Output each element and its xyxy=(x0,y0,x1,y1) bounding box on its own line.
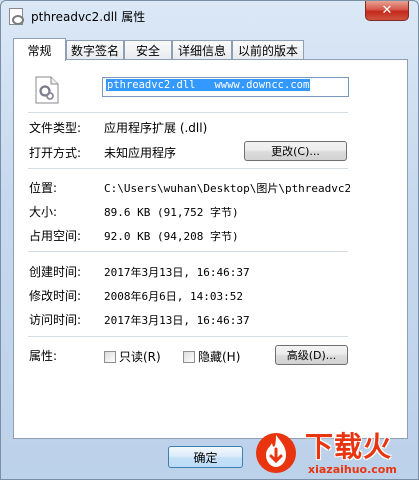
location-value: C:\Users\wuhan\Desktop\图片\pthreadvc2_63 xyxy=(104,182,350,195)
size-value: 89.6 KB (91,752 字节) xyxy=(104,206,239,219)
flame-logo-icon xyxy=(256,433,296,473)
advanced-button[interactable]: 高级(D)... xyxy=(275,345,348,365)
accessed-label: 访问时间: xyxy=(29,313,82,327)
window-title: pthreadvc2.dll 属性 xyxy=(31,10,146,24)
size-on-disk-label: 占用空间: xyxy=(29,229,82,243)
general-panel xyxy=(13,59,408,439)
size-label: 大小: xyxy=(29,205,58,219)
dll-file-icon xyxy=(9,8,24,25)
watermark-title: 下载火 xyxy=(305,430,393,463)
accessed-value: 2017年3月13日, 16:46:37 xyxy=(104,314,250,327)
attributes-label: 属性: xyxy=(29,349,58,363)
modified-label: 修改时间: xyxy=(29,289,82,303)
modified-value: 2008年6月6日, 14:03:52 xyxy=(104,290,243,303)
file-type-value: 应用程序扩展 (.dll) xyxy=(104,121,208,135)
opens-with-label: 打开方式: xyxy=(29,146,82,160)
readonly-label: 只读(R) xyxy=(119,350,161,364)
title-bar[interactable]: pthreadvc2.dll 属性 ✕ xyxy=(1,1,418,31)
hidden-label: 隐藏(H) xyxy=(198,350,241,364)
readonly-option[interactable]: 只读(R) xyxy=(104,348,161,365)
separator xyxy=(28,168,348,169)
opens-with-value: 未知应用程序 xyxy=(104,146,177,160)
close-button[interactable]: ✕ xyxy=(365,1,409,21)
tab-previous-versions[interactable]: 以前的版本 xyxy=(232,40,304,60)
site-watermark: 下载火 xiazaihuo.com xyxy=(248,423,418,480)
file-type-label: 文件类型: xyxy=(29,121,82,135)
tab-digital-signatures[interactable]: 数字签名 xyxy=(66,40,124,60)
hidden-checkbox[interactable] xyxy=(183,350,195,363)
file-name-input[interactable]: pthreadvc2.dll wwww.downcc.com xyxy=(102,77,349,97)
tab-security[interactable]: 安全 xyxy=(124,40,172,60)
properties-window: pthreadvc2.dll 属性 ✕ 常规 数字签名 安全 详细信息 以前的版… xyxy=(0,0,419,480)
tab-strip: 常规 数字签名 安全 详细信息 以前的版本 xyxy=(13,38,408,61)
hidden-option[interactable]: 隐藏(H) xyxy=(183,348,240,365)
separator xyxy=(28,112,348,113)
file-name-selected-text: pthreadvc2.dll wwww.downcc.com xyxy=(106,79,311,91)
change-button[interactable]: 更改(C)... xyxy=(244,141,347,161)
size-on-disk-value: 92.0 KB (94,208 字节) xyxy=(104,230,239,243)
readonly-checkbox[interactable] xyxy=(104,350,116,363)
dll-file-icon xyxy=(35,76,59,104)
created-label: 创建时间: xyxy=(29,265,82,279)
created-value: 2017年3月13日, 16:46:37 xyxy=(104,266,250,279)
tab-details[interactable]: 详细信息 xyxy=(172,40,232,60)
location-label: 位置: xyxy=(29,181,58,195)
tab-general[interactable]: 常规 xyxy=(13,38,66,61)
separator xyxy=(28,251,348,252)
ok-button[interactable]: 确定 xyxy=(168,446,243,468)
watermark-domain: xiazaihuo.com xyxy=(308,463,397,476)
separator xyxy=(28,336,348,337)
